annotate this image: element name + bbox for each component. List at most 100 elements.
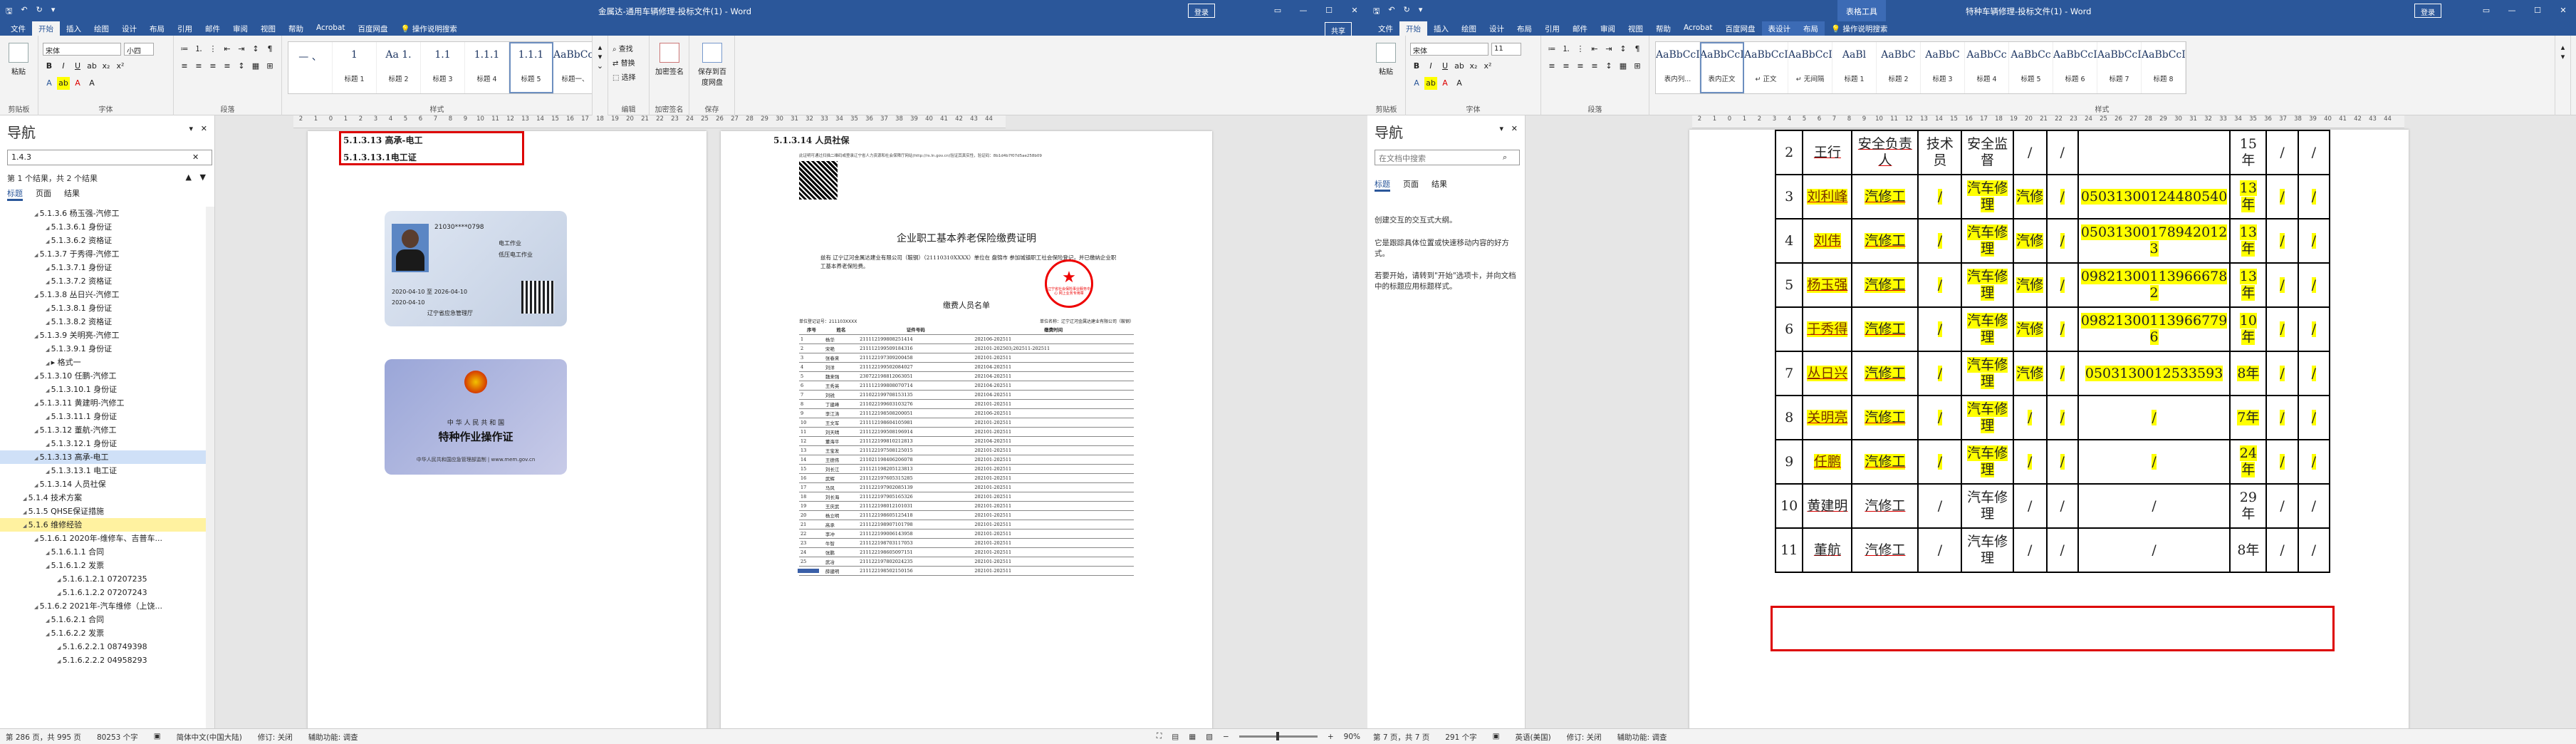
tab-review[interactable]: 审阅 bbox=[226, 21, 254, 36]
expand-arrow-icon[interactable]: ◢ bbox=[23, 510, 28, 515]
nav-heading-item[interactable]: ◢ 5.1.6.2 2021年-汽车维修（上饶... bbox=[0, 599, 206, 613]
staff-table-cell[interactable]: 丛日兴 bbox=[1802, 351, 1853, 396]
staff-table-cell[interactable]: / bbox=[2045, 395, 2079, 440]
align-center-icon[interactable]: ≡ bbox=[192, 60, 205, 73]
staff-table-cell[interactable]: 董航 bbox=[1802, 527, 1853, 573]
expand-arrow-icon[interactable]: ◢ bbox=[34, 455, 40, 461]
bullets-icon[interactable]: ≔ bbox=[178, 43, 191, 56]
nav-heading-item[interactable]: ◢ 5.1.3.10 任鹏-汽修工 bbox=[0, 369, 206, 383]
save-icon[interactable]: 🖫 bbox=[6, 5, 12, 19]
nav-tab-pages[interactable]: 页面 bbox=[36, 187, 51, 201]
staff-table-cell[interactable]: 安全监督 bbox=[1961, 130, 2014, 175]
staff-table-cell[interactable]: / bbox=[2265, 439, 2299, 485]
staff-table-cell[interactable] bbox=[2077, 130, 2231, 175]
staff-table-cell[interactable]: / bbox=[2045, 174, 2079, 219]
gallery-down-icon[interactable]: ▾ bbox=[593, 52, 608, 61]
tab-draw[interactable]: 绘图 bbox=[88, 21, 115, 36]
nav-heading-item[interactable]: ◢ 5.1.3.6.1 身份证 bbox=[0, 220, 206, 234]
nav-heading-item[interactable]: ◢ 5.1.3.11.1 身份证 bbox=[0, 410, 206, 423]
staff-table-cell[interactable]: / bbox=[2297, 439, 2331, 485]
align-center-icon[interactable]: ≡ bbox=[1560, 60, 1573, 73]
style-item[interactable]: — 、 bbox=[288, 42, 333, 93]
staff-table-cell[interactable]: / bbox=[2297, 262, 2331, 308]
tell-me-search[interactable]: 💡 操作说明搜索 bbox=[395, 21, 464, 36]
staff-table-cell[interactable]: 汽修 bbox=[2012, 306, 2048, 352]
staff-table-cell[interactable]: / bbox=[2045, 130, 2079, 175]
style-item[interactable]: AaBbCcI 标题 7 bbox=[2097, 42, 2142, 93]
tab-insert[interactable]: 插入 bbox=[60, 21, 88, 36]
staff-table-cell[interactable]: / bbox=[1917, 483, 1963, 529]
font-size-combo[interactable]: 11 bbox=[1491, 43, 1521, 56]
align-left-icon[interactable]: ≡ bbox=[178, 60, 191, 73]
staff-table-cell[interactable]: / bbox=[2265, 306, 2299, 352]
style-item[interactable]: AaBbCcD 表内正文 bbox=[1700, 42, 1744, 93]
style-item[interactable]: 1.1.1 标题 5 bbox=[509, 42, 553, 93]
paste-button[interactable]: 粘贴 bbox=[3, 43, 34, 76]
expand-arrow-icon[interactable]: ◢ bbox=[46, 347, 51, 353]
nav-heading-item[interactable]: ◢ 5.1.3.9.1 身份证 bbox=[0, 342, 206, 356]
numbering-icon[interactable]: ⒈ bbox=[1560, 43, 1573, 56]
expand-arrow-icon[interactable]: ◢ bbox=[46, 306, 51, 312]
next-result-icon[interactable]: ▼ bbox=[200, 172, 206, 182]
staff-table-cell[interactable]: 汽修工 bbox=[1851, 262, 1919, 308]
staff-table-cell[interactable]: / bbox=[1917, 395, 1963, 440]
maximize-icon[interactable]: ☐ bbox=[2525, 0, 2550, 21]
staff-table-cell[interactable]: / bbox=[2012, 439, 2048, 485]
expand-arrow-icon[interactable]: ◢ bbox=[34, 212, 40, 217]
tab-0[interactable]: 文件 bbox=[1372, 21, 1399, 36]
staff-table-cell[interactable]: 任鹏 bbox=[1802, 439, 1853, 485]
expand-arrow-icon[interactable]: ◢ bbox=[46, 564, 51, 569]
expand-arrow-icon[interactable]: ◢ bbox=[34, 537, 40, 542]
subscript-icon[interactable]: x₂ bbox=[1467, 60, 1480, 73]
multilevel-icon[interactable]: ⋮ bbox=[207, 43, 219, 56]
staff-table-cell[interactable]: / bbox=[2297, 483, 2331, 529]
expand-arrow-icon[interactable]: ◢ bbox=[46, 320, 51, 326]
increase-indent-icon[interactable]: ⇥ bbox=[1602, 43, 1615, 56]
justify-icon[interactable]: ≡ bbox=[221, 60, 234, 73]
tab-10[interactable]: 帮助 bbox=[1649, 21, 1677, 36]
paste-button[interactable]: 粘贴 bbox=[1370, 43, 1402, 76]
nav-heading-item[interactable]: ◢ 5.1.6.1.2.2 07207243 bbox=[0, 586, 206, 599]
nav-heading-item[interactable]: ◢ 5.1.6.1.2 发票 bbox=[0, 559, 206, 572]
staff-table-cell[interactable]: 汽车修理 bbox=[1961, 527, 2014, 573]
staff-table-cell[interactable]: 10年 bbox=[2229, 306, 2268, 352]
staff-table-cell[interactable]: / bbox=[1917, 527, 1963, 573]
horizontal-ruler[interactable]: 2 1 0 1 2 3 4 5 6 7 8 9 10 11 12 13 14 15 16 17 18 19 20 21 22 23… bbox=[1692, 115, 2404, 128]
minimize-icon[interactable]: — bbox=[1290, 0, 1316, 21]
redo-icon[interactable]: ↻ bbox=[1404, 5, 1410, 19]
zoom-slider[interactable] bbox=[1239, 732, 1318, 740]
staff-table-cell[interactable]: 汽修工 bbox=[1851, 483, 1919, 529]
gallery-up-icon[interactable]: ▴ bbox=[593, 43, 608, 52]
tab-2[interactable]: 插入 bbox=[1427, 21, 1455, 36]
nav-close-icon[interactable]: ✕ bbox=[1511, 124, 1518, 133]
expand-arrow-icon[interactable]: ◢ bbox=[57, 577, 63, 583]
redo-icon[interactable]: ↻ bbox=[36, 5, 43, 19]
status-language[interactable]: 英语(美国) bbox=[1516, 732, 1551, 743]
expand-arrow-icon[interactable]: ◢ bbox=[34, 482, 40, 488]
share-button[interactable]: 共享 bbox=[1325, 22, 1352, 36]
tab-7[interactable]: 邮件 bbox=[1566, 21, 1594, 36]
nav-heading-item[interactable]: ◢ 5.1.6.1.1 合同 bbox=[0, 545, 206, 559]
nav-heading-item[interactable]: ◢ ▸ 格式一 bbox=[0, 356, 206, 369]
replace-button[interactable]: ⇄ 替换 bbox=[612, 57, 635, 68]
gallery-down-icon[interactable]: ▾ bbox=[2555, 52, 2570, 61]
staff-table-cell[interactable]: 8 bbox=[1774, 395, 1804, 440]
staff-table-cell[interactable]: / bbox=[2045, 483, 2079, 529]
staff-table-cell[interactable]: / bbox=[2077, 439, 2231, 485]
staff-table-cell[interactable]: 技术员 bbox=[1917, 130, 1963, 175]
numbering-icon[interactable]: ⒈ bbox=[192, 43, 205, 56]
staff-table-cell[interactable]: 汽车修理 bbox=[1961, 439, 2014, 485]
nav-heading-item[interactable]: ◢ 5.1.3.8.2 资格证 bbox=[0, 315, 206, 329]
staff-table-cell[interactable]: 7 bbox=[1774, 351, 1804, 396]
superscript-icon[interactable]: x² bbox=[114, 60, 127, 73]
tab-9[interactable]: 视图 bbox=[1622, 21, 1649, 36]
login-button[interactable]: 登录 bbox=[2414, 4, 2441, 18]
underline-icon[interactable]: U bbox=[71, 60, 84, 73]
staff-table-cell[interactable]: / bbox=[2297, 174, 2331, 219]
char-shading-icon[interactable]: A bbox=[85, 77, 98, 90]
staff-table-cell[interactable]: / bbox=[2045, 262, 2079, 308]
staff-table-cell[interactable]: / bbox=[2297, 306, 2331, 352]
nav-heading-item[interactable]: ◢ 5.1.3.12.1 身份证 bbox=[0, 437, 206, 450]
sort-icon[interactable]: ↕ bbox=[249, 43, 262, 56]
nav-heading-item[interactable]: ◢ 5.1.3.7 于秀得-汽修工 bbox=[0, 247, 206, 261]
